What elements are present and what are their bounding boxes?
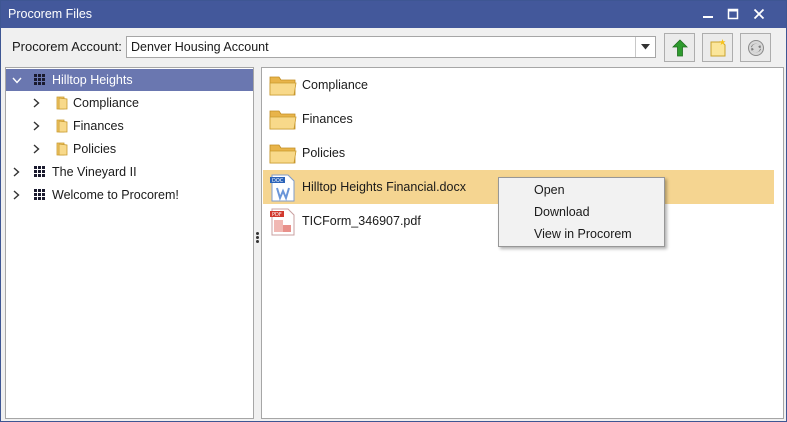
folder-icon [55, 119, 69, 133]
menu-item-view-in-procorem[interactable]: View in Procorem [500, 223, 663, 245]
tree-item-welcome-to-procorem[interactable]: Welcome to Procorem! [6, 184, 253, 206]
file-context-menu: Open Download View in Procorem [498, 177, 665, 247]
chevron-right-icon[interactable] [30, 143, 42, 155]
menu-item-label: Open [534, 183, 565, 197]
pane-splitter[interactable] [255, 231, 260, 251]
chevron-right-icon[interactable] [10, 189, 22, 201]
upload-button[interactable] [664, 33, 695, 62]
file-item-label: Policies [302, 146, 346, 160]
minimize-icon [703, 16, 713, 18]
window-title: Procorem Files [8, 7, 93, 21]
toolbar: Procorem Account: Denver Housing Account [1, 28, 786, 66]
file-item-label: TICForm_346907.pdf [302, 214, 421, 228]
procorem-files-window: Procorem Files Procorem Account: Denver … [0, 0, 787, 422]
menu-item-label: Download [534, 205, 590, 219]
folder-icon [55, 96, 69, 110]
close-icon [753, 8, 765, 20]
svg-text:PDF: PDF [272, 212, 282, 218]
chevron-right-icon[interactable] [30, 120, 42, 132]
dropdown-arrow-icon [641, 44, 650, 50]
word-document-icon: DOC [269, 174, 297, 202]
tree-item-finances[interactable]: Finances [6, 115, 253, 137]
up-arrow-icon [671, 38, 688, 56]
file-item-policies[interactable]: Policies [263, 136, 774, 170]
tree-item-label: Policies [73, 142, 117, 156]
grid-icon [34, 73, 48, 87]
tree-item-label: The Vineyard II [52, 165, 137, 179]
tree-item-the-vineyard-ii[interactable]: The Vineyard II [6, 161, 253, 183]
new-folder-button[interactable] [702, 33, 733, 62]
tree-item-policies[interactable]: Policies [6, 138, 253, 160]
file-item-label: Finances [302, 112, 353, 126]
file-item-label: Hilltop Heights Financial.docx [302, 180, 466, 194]
chevron-right-icon[interactable] [30, 97, 42, 109]
pdf-document-icon: PDF [269, 208, 297, 236]
title-bar: Procorem Files [1, 1, 786, 28]
account-label: Procorem Account: [12, 39, 122, 54]
grid-icon [34, 188, 48, 202]
file-item-compliance[interactable]: Compliance [263, 68, 774, 102]
tree-item-label: Hilltop Heights [52, 73, 133, 87]
grid-icon [34, 165, 48, 179]
menu-item-download[interactable]: Download [500, 201, 663, 223]
close-button[interactable] [748, 4, 770, 24]
folder-icon [269, 72, 297, 98]
folder-icon [269, 140, 297, 166]
tree-item-compliance[interactable]: Compliance [6, 92, 253, 114]
folder-icon [269, 106, 297, 132]
chevron-down-icon[interactable] [11, 74, 23, 86]
account-select[interactable]: Denver Housing Account [126, 36, 656, 58]
tree-item-label: Finances [73, 119, 124, 133]
menu-item-open[interactable]: Open [500, 179, 663, 201]
maximize-icon [727, 8, 739, 20]
menu-item-label: View in Procorem [534, 227, 632, 241]
refresh-button[interactable] [740, 33, 771, 62]
svg-text:DOC: DOC [272, 178, 284, 184]
new-note-icon [710, 38, 726, 56]
tree-item-hilltop-heights[interactable]: Hilltop Heights [6, 69, 253, 91]
tree-item-label: Compliance [73, 96, 140, 110]
maximize-button[interactable] [722, 4, 744, 24]
account-select-value: Denver Housing Account [131, 40, 269, 54]
file-item-finances[interactable]: Finances [263, 102, 774, 136]
folder-icon [55, 142, 69, 156]
tree-item-label: Welcome to Procorem! [52, 188, 179, 202]
refresh-icon [747, 39, 764, 56]
file-item-label: Compliance [302, 78, 369, 92]
chevron-right-icon[interactable] [10, 166, 22, 178]
account-dropdown-button[interactable] [635, 37, 655, 57]
minimize-button[interactable] [697, 4, 719, 24]
folder-tree[interactable]: Hilltop Heights Compliance Finances Poli… [5, 67, 254, 419]
